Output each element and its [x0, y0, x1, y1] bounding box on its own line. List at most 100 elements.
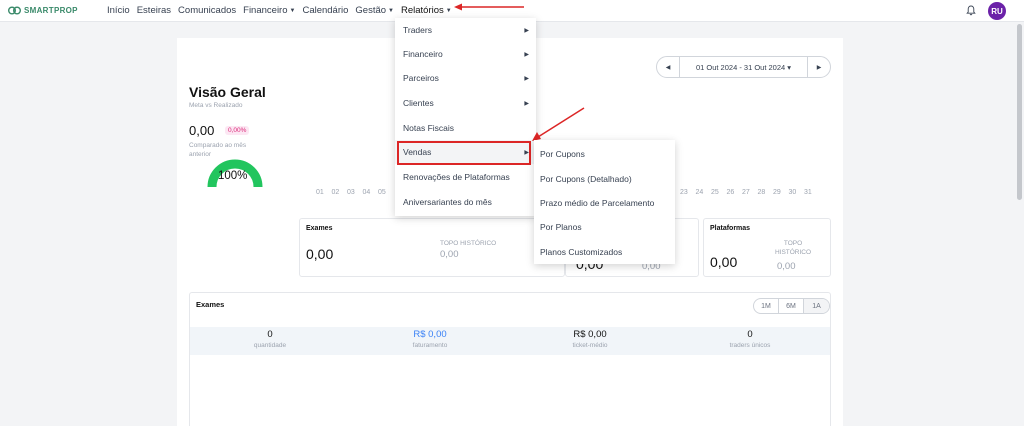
- nav-label: Comunicados: [178, 5, 237, 16]
- stat-card-exames: Exames 0,00 TOPO HISTÓRICO 0,00: [299, 218, 565, 277]
- stat-card-plataformas: Plataformas 0,00 TOPO HISTÓRICO 0,00: [703, 218, 831, 277]
- menu-label: Parceiros: [403, 73, 439, 83]
- metric-value: R$ 0,00: [413, 329, 447, 340]
- user-avatar[interactable]: RU: [988, 2, 1006, 20]
- menu-label: Traders: [403, 25, 432, 35]
- nav-gestao[interactable]: Gestão ▼: [355, 5, 394, 16]
- caret-down-icon: ▼: [388, 7, 394, 14]
- overview-value: 0,00: [189, 123, 215, 138]
- period-1a-button[interactable]: 1A: [804, 299, 829, 313]
- menu-item-parceiros[interactable]: Parceiros ▶: [395, 66, 536, 90]
- stat-history-value: 0,00: [777, 261, 796, 272]
- day-axis-left: 01 02 03 04 05: [316, 189, 394, 196]
- metric-label: quantidade: [253, 342, 287, 349]
- stat-history-label: TOPO HISTÓRICO: [440, 240, 497, 247]
- main-nav: Início Esteiras Comunicados Financeiro ▼ …: [107, 5, 452, 16]
- menu-item-financeiro[interactable]: Financeiro ▶: [395, 42, 536, 66]
- caret-right-icon: ▶: [524, 51, 529, 58]
- day-label: 25: [711, 189, 719, 196]
- date-range-label: 01 Out 2024 - 31 Out 2024: [695, 62, 786, 72]
- stat-value: 0,00: [306, 246, 334, 262]
- prev-period-button[interactable]: ◀: [657, 56, 679, 78]
- percent-badge: 0,00%: [225, 126, 250, 135]
- period-toggle: 1M 6M 1A: [753, 298, 830, 314]
- brand-name: SMARTPROP: [24, 6, 78, 15]
- day-label: 04: [362, 189, 371, 196]
- brand-logo[interactable]: SMARTPROP: [8, 5, 78, 16]
- menu-label: Notas Fiscais: [403, 123, 455, 133]
- menu-item-renovacoes[interactable]: Renovações de Plataformas: [395, 165, 536, 189]
- nav-esteiras[interactable]: Esteiras: [137, 5, 171, 16]
- next-period-button[interactable]: ▶: [808, 56, 830, 78]
- nav-financeiro[interactable]: Financeiro ▼: [243, 5, 295, 16]
- day-label: 03: [347, 189, 355, 196]
- stat-title: Plataformas: [710, 225, 751, 232]
- stat-value: 0,00: [710, 254, 738, 270]
- stat-history-label: TOPO HISTÓRICO: [774, 240, 812, 256]
- annotation-highlight-vendas: [397, 141, 531, 165]
- logo-icon: [8, 6, 21, 15]
- caret-down-icon: ▼: [289, 7, 296, 14]
- caret-down-icon: ▼: [445, 7, 452, 14]
- metric-value: 0: [747, 329, 753, 340]
- metric-traders-unicos: 0 traders únicos: [670, 327, 830, 349]
- metric-label: traders únicos: [729, 342, 771, 349]
- date-range-picker: ◀ 01 Out 2024 - 31 Out 2024 ▾ ▶: [656, 56, 831, 78]
- submenu-prazo-medio-parcelamento[interactable]: Prazo médio de Parcelamento: [540, 198, 654, 208]
- nav-label: Esteiras: [136, 5, 172, 16]
- caret-right-icon: ▶: [524, 27, 529, 34]
- panel-title: Exames: [196, 300, 225, 309]
- day-label: 31: [804, 189, 812, 196]
- submenu-por-cupons-detalhado[interactable]: Por Cupons (Detalhado): [540, 174, 632, 184]
- day-label: 01: [316, 189, 324, 196]
- nav-calendario[interactable]: Calendário: [302, 5, 348, 16]
- metric-value: 0: [267, 329, 273, 340]
- nav-label: Relatórios: [401, 5, 444, 16]
- stat-title: Exames: [306, 225, 333, 232]
- day-label: 02: [331, 189, 340, 196]
- metric-ticket-medio: R$ 0,00 ticket-médio: [510, 327, 670, 349]
- period-6m-button[interactable]: 6M: [779, 299, 804, 313]
- menu-label: Renovações de Plataformas: [403, 172, 510, 182]
- menu-label: Aniversariantes do mês: [403, 197, 492, 207]
- submenu-por-planos[interactable]: Por Planos: [540, 222, 582, 232]
- exames-panel: Exames 1M 6M 1A 0 quantidade R$ 0,00 fat…: [189, 292, 831, 426]
- menu-item-notas-fiscais[interactable]: Notas Fiscais: [395, 116, 536, 140]
- nav-relatorios[interactable]: Relatórios ▼: [401, 5, 452, 16]
- metric-value: R$ 0,00: [573, 329, 607, 340]
- metric-quantidade: 0 quantidade: [190, 327, 350, 349]
- menu-item-traders[interactable]: Traders ▶: [395, 18, 536, 42]
- submenu-planos-customizados[interactable]: Planos Customizados: [540, 247, 622, 257]
- nav-label: Início: [107, 5, 130, 16]
- gauge-label: 100%: [218, 170, 248, 182]
- menu-item-aniversariantes[interactable]: Aniversariantes do mês: [395, 190, 536, 214]
- nav-label: Calendário: [302, 5, 349, 16]
- nav-comunicados[interactable]: Comunicados: [178, 5, 236, 16]
- date-range-select[interactable]: 01 Out 2024 - 31 Out 2024 ▾: [680, 63, 807, 72]
- day-label: 27: [742, 189, 750, 196]
- day-label: 26: [726, 189, 735, 196]
- scrollbar-thumb[interactable]: [1017, 24, 1022, 200]
- day-label: 30: [788, 189, 797, 196]
- nav-label: Gestão: [355, 5, 387, 16]
- submenu-por-cupons[interactable]: Por Cupons: [540, 149, 585, 159]
- menu-item-clientes[interactable]: Clientes ▶: [395, 91, 536, 115]
- nav-inicio[interactable]: Início: [107, 5, 130, 16]
- day-label: 24: [695, 189, 704, 196]
- day-label: 29: [773, 189, 781, 196]
- menu-label: Financeiro: [403, 49, 443, 59]
- metric-label: faturamento: [412, 342, 448, 349]
- caret-right-icon: ▶: [524, 100, 529, 107]
- stat-history-value: 0,00: [440, 249, 459, 260]
- overview-subtitle: Meta vs Realizado: [189, 102, 243, 109]
- bell-icon[interactable]: [966, 5, 976, 16]
- day-label: 23: [680, 189, 688, 196]
- caret-right-icon: ▶: [524, 75, 529, 82]
- metric-faturamento: R$ 0,00 faturamento: [350, 327, 510, 349]
- vendas-submenu: Por Cupons Por Cupons (Detalhado) Prazo …: [534, 140, 675, 264]
- day-label: 05: [378, 189, 386, 196]
- relatorios-dropdown: Traders ▶ Financeiro ▶ Parceiros ▶ Clientes…: [395, 18, 536, 216]
- metrics-strip: 0 quantidade R$ 0,00 faturamento R$ 0,00…: [190, 327, 830, 355]
- period-1m-button[interactable]: 1M: [754, 299, 779, 313]
- nav-label: Financeiro: [243, 5, 288, 16]
